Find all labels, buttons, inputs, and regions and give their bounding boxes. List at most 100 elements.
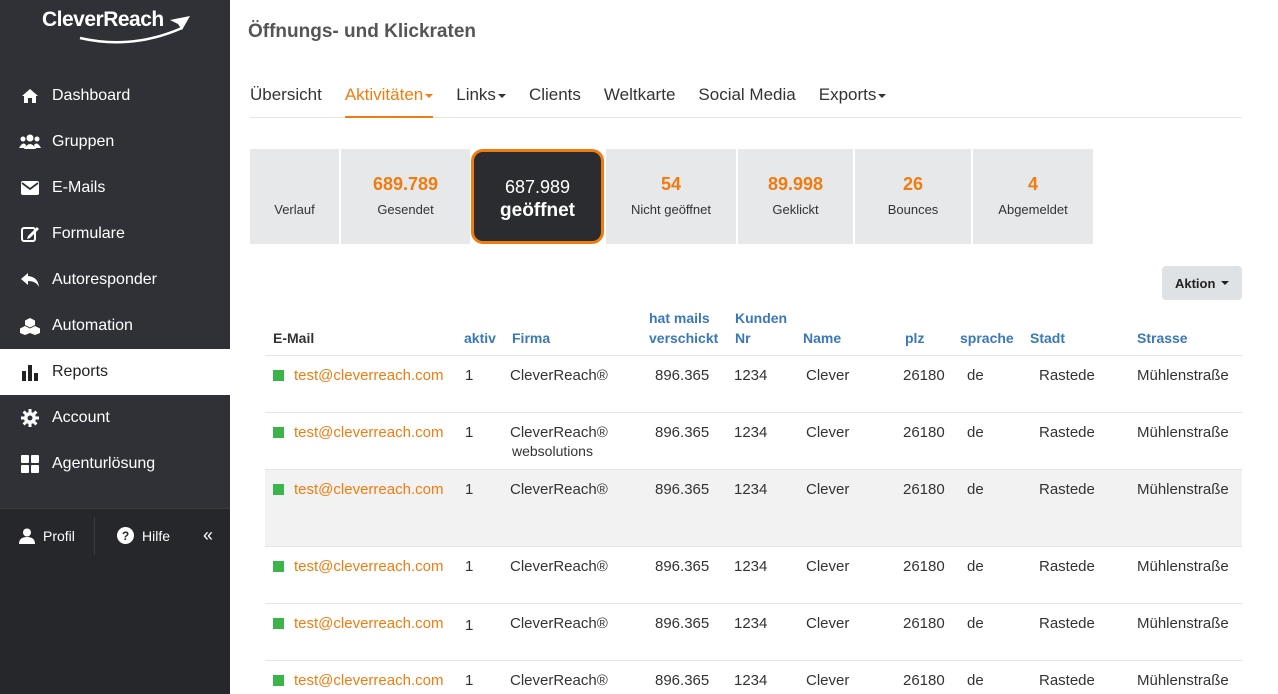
email-link[interactable]: test@cleverreach.com	[294, 423, 443, 442]
cell-sprache: de	[967, 424, 984, 441]
sidebar-item-gruppen[interactable]: Gruppen	[0, 119, 230, 165]
tab-exports[interactable]: Exports	[819, 74, 887, 118]
email-link[interactable]: test@cleverreach.com	[294, 480, 443, 499]
cell-name: Clever	[806, 672, 850, 689]
email-link[interactable]: test@cleverreach.com	[294, 671, 443, 690]
cell-name: Clever	[806, 481, 850, 498]
cell-kunden-nr: 1234	[734, 558, 768, 575]
tab-aktivitaeten[interactable]: Aktivitäten	[344, 74, 434, 118]
column-header-strasse[interactable]: Strasse	[1137, 328, 1188, 348]
cell-sprache: de	[967, 672, 984, 689]
stat-verlauf[interactable]: Verlauf	[250, 149, 339, 244]
cell-aktiv: 1	[465, 617, 474, 634]
tab-clients[interactable]: Clients	[529, 74, 581, 118]
column-header-firma[interactable]: Firma	[512, 328, 550, 348]
tab-label: Aktivitäten	[344, 85, 424, 104]
table-row[interactable]: test@cleverreach.com 1 CleverReach® 896.…	[265, 547, 1242, 604]
column-header-line: hat mails	[649, 310, 710, 326]
stat-gesendet[interactable]: 689.789 Gesendet	[341, 149, 470, 244]
aktion-button[interactable]: Aktion	[1162, 266, 1242, 300]
profil-button[interactable]: Profil	[0, 509, 94, 563]
email-link[interactable]: test@cleverreach.com	[294, 366, 443, 385]
tab-weltkarte[interactable]: Weltkarte	[604, 74, 676, 118]
status-active-indicator	[273, 618, 284, 629]
stat-label: geöffnet	[500, 200, 575, 221]
caret-down-icon	[1221, 281, 1230, 285]
table-row[interactable]: test@cleverreach.com 1 CleverReach® 896.…	[265, 356, 1242, 413]
email-link[interactable]: test@cleverreach.com	[294, 557, 443, 576]
table-row[interactable]: test@cleverreach.com 1 CleverReach® 896.…	[265, 604, 1242, 661]
column-header-mails[interactable]: hat mails verschickt	[649, 308, 718, 348]
table-row[interactable]: test@cleverreach.com 1 CleverReach® 896.…	[265, 470, 1242, 547]
cell-strasse: Mühlenstraße	[1137, 672, 1229, 689]
stat-nicht-geoeffnet[interactable]: 54 Nicht geöffnet	[606, 149, 736, 244]
sidebar-footer-row: Profil ? Hilfe «	[0, 508, 230, 562]
tab-social-media[interactable]: Social Media	[698, 74, 795, 118]
stat-abgemeldet[interactable]: 4 Abgemeldet	[973, 149, 1093, 244]
column-header-aktiv[interactable]: aktiv	[464, 328, 496, 348]
stat-value: 54	[660, 174, 682, 194]
stat-value: 689.789	[372, 174, 439, 194]
column-header-email[interactable]: E-Mail	[273, 328, 314, 348]
cell-mails: 896.365	[655, 672, 710, 689]
sidebar-item-label: Reports	[52, 363, 109, 380]
table-row[interactable]: test@cleverreach.com 1 CleverReach® 896.…	[265, 661, 1242, 694]
stat-geklickt[interactable]: 89.998 Geklickt	[738, 149, 853, 244]
cell-plz: 26180	[903, 367, 945, 384]
column-header-sprache[interactable]: sprache	[960, 328, 1014, 348]
sidebar-item-formulare[interactable]: Formulare	[0, 211, 230, 257]
tab-label: Exports	[818, 85, 877, 104]
stat-label: Bounces	[887, 202, 939, 217]
sidebar-item-agenturloesung[interactable]: Agenturlösung	[0, 441, 230, 487]
cell-kunden-nr: 1234	[734, 481, 768, 498]
column-header-line: Kunden	[735, 310, 788, 326]
hilfe-button[interactable]: ? Hilfe	[95, 509, 191, 563]
sidebar-item-dashboard[interactable]: Dashboard	[0, 73, 230, 119]
stat-bounces[interactable]: 26 Bounces	[855, 149, 971, 244]
caret-down-icon	[497, 93, 506, 98]
cell-kunden-nr: 1234	[734, 424, 768, 441]
sidebar-item-autoresponder[interactable]: Autoresponder	[0, 257, 230, 303]
sidebar-item-label: Autoresponder	[52, 271, 157, 288]
tab-label: Weltkarte	[603, 85, 676, 104]
tab-links[interactable]: Links	[456, 74, 506, 118]
sidebar-item-label: Agenturlösung	[52, 455, 156, 472]
cell-firma: CleverReach®	[510, 481, 608, 498]
column-header-name[interactable]: Name	[803, 328, 841, 348]
sidebar: CleverReach Dashboard Gruppen E-Mails Fo…	[0, 0, 230, 694]
stat-geoeffnet[interactable]: 687.989 geöffnet	[471, 149, 604, 244]
cell-firma: CleverReach®	[510, 672, 608, 689]
table-row[interactable]: test@cleverreach.com 1 CleverReach® webs…	[265, 413, 1242, 470]
bar-chart-icon	[19, 362, 41, 382]
collapse-sidebar-button[interactable]: «	[191, 509, 213, 563]
cell-name: Clever	[806, 367, 850, 384]
sidebar-item-account[interactable]: Account	[0, 395, 230, 441]
hilfe-label: Hilfe	[142, 527, 171, 544]
reply-icon	[19, 270, 41, 290]
cell-plz: 26180	[903, 672, 945, 689]
status-active-indicator	[273, 561, 284, 572]
logo[interactable]: CleverReach	[42, 8, 192, 48]
status-active-indicator	[273, 484, 284, 495]
status-active-indicator	[273, 675, 284, 686]
email-link[interactable]: test@cleverreach.com	[294, 614, 443, 633]
cell-name: Clever	[806, 424, 850, 441]
cell-kunden-nr: 1234	[734, 672, 768, 689]
double-chevron-left-icon: «	[203, 525, 214, 545]
cell-plz: 26180	[903, 424, 945, 441]
column-header-plz[interactable]: plz	[905, 328, 924, 348]
tab-label: Links	[456, 85, 496, 104]
column-header-stadt[interactable]: Stadt	[1030, 328, 1065, 348]
sidebar-item-reports[interactable]: Reports	[0, 349, 230, 395]
column-header-kunden-nr[interactable]: Kunden Nr	[735, 308, 787, 348]
sidebar-item-emails[interactable]: E-Mails	[0, 165, 230, 211]
svg-text:?: ?	[122, 529, 129, 543]
cell-plz: 26180	[903, 481, 945, 498]
sidebar-item-automation[interactable]: Automation	[0, 303, 230, 349]
cell-strasse: Mühlenstraße	[1137, 424, 1229, 441]
stat-value: 687.989	[504, 177, 571, 197]
recipients-table: E-Mail aktiv Firma hat mails verschickt …	[265, 300, 1242, 694]
tab-uebersicht[interactable]: Übersicht	[250, 74, 322, 118]
cell-strasse: Mühlenstraße	[1137, 558, 1229, 575]
cell-aktiv: 1	[465, 481, 474, 498]
